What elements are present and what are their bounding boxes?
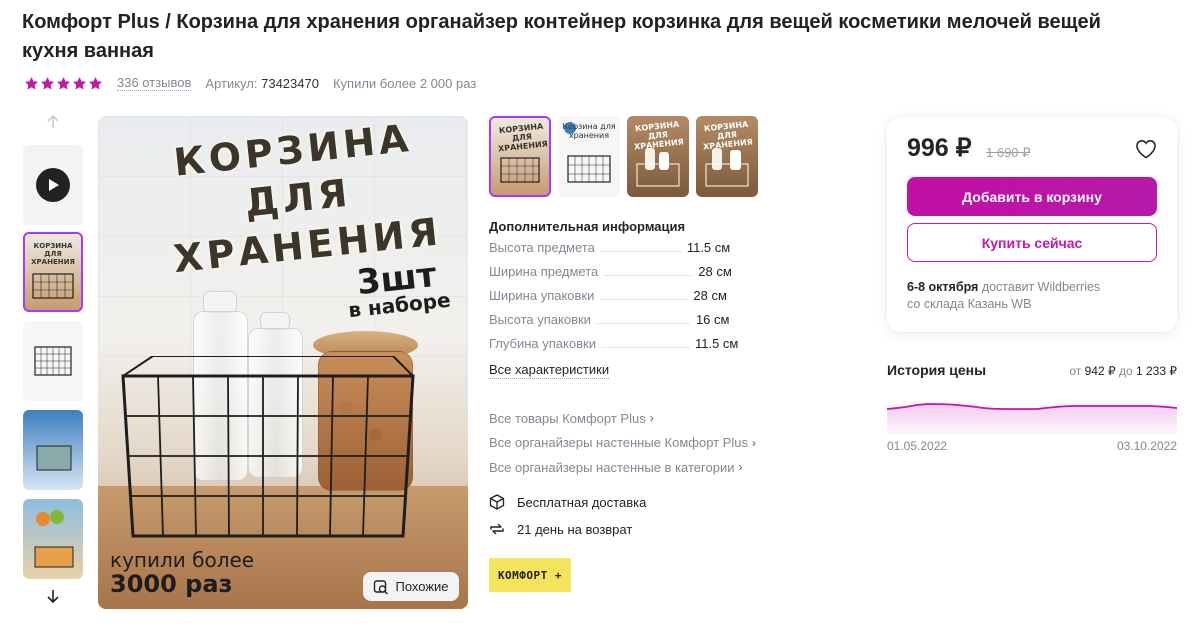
chevron-right-icon: › — [752, 435, 757, 450]
thumbnail-2[interactable] — [23, 321, 83, 401]
image-bought-line1: купили более — [110, 548, 255, 572]
spec-row: Ширина упаковки 28 см — [489, 288, 789, 312]
box-icon — [489, 494, 505, 510]
variant-thumb-1[interactable]: КОРЗИНА ДЛЯ ХРАНЕНИЯ — [489, 116, 551, 197]
variant-thumb-caption: КОРЗИНА ДЛЯ ХРАНЕНИЯ — [702, 119, 754, 152]
brand-category-link[interactable]: Все органайзеры настенные Комфорт Plus › — [489, 431, 756, 456]
delivery-date: 6-8 октября — [907, 280, 979, 294]
spec-value: 28 см — [698, 264, 732, 279]
image-bought-caption: купили более 3000 раз — [110, 548, 254, 596]
price-history-sparkline[interactable] — [887, 395, 1177, 435]
link-label: Все органайзеры настенные Комфорт Plus — [489, 435, 749, 451]
video-thumbnail[interactable] — [23, 145, 83, 225]
range-to-label: до — [1118, 364, 1133, 378]
image-bought-line2: 3000 раз — [110, 570, 233, 598]
arrow-up-icon[interactable] — [42, 114, 64, 136]
delivery-info: 6-8 октября доставит Wildberries со скла… — [907, 279, 1157, 313]
variant-thumb-3[interactable]: КОРЗИНА ДЛЯ ХРАНЕНИЯ — [627, 116, 689, 197]
all-specs-link[interactable]: Все характеристики — [489, 362, 610, 379]
article: Артикул: 73423470 — [205, 76, 319, 91]
article-value: 73423470 — [261, 75, 319, 91]
spec-name: Ширина предмета — [489, 264, 599, 279]
history-end-date: 03.10.2022 — [1116, 439, 1177, 453]
range-from-label: от — [1069, 364, 1082, 378]
variant-thumb-caption: КОРЗИНА ДЛЯ ХРАНЕНИЯ — [497, 121, 549, 154]
feature-label: Бесплатная доставка — [517, 494, 647, 510]
thumbnail-4[interactable] — [23, 499, 83, 579]
thumbnail-3[interactable] — [23, 410, 83, 490]
product-title: Комфорт Plus / Корзина для хранения орга… — [22, 11, 1101, 62]
variant-thumb-4[interactable]: КОРЗИНА ДЛЯ ХРАНЕНИЯ — [696, 116, 758, 197]
spec-value: 16 см — [695, 312, 730, 327]
brand-products-link[interactable]: Все товары Комфорт Plus › — [489, 406, 756, 431]
reviews-link[interactable]: 336 отзывов — [117, 75, 192, 91]
return-policy: 21 день на возврат — [489, 521, 632, 537]
spec-row: Высота упаковки 16 см — [489, 312, 789, 336]
spec-name: Высота упаковки — [489, 312, 591, 327]
category-link[interactable]: Все органайзеры настенные в категории › — [489, 455, 756, 480]
delivery-warehouse: со склада Казань WB — [907, 297, 1032, 311]
spec-value: 11.5 см — [686, 240, 731, 255]
return-icon — [490, 523, 504, 535]
image-headline: КОРЗИНА ДЛЯ ХРАНЕНИЯ — [171, 116, 444, 282]
article-label: Артикул: — [205, 75, 258, 91]
svg-text:ДЛЯ: ДЛЯ — [44, 250, 61, 258]
price-history-range: от 942 ₽ до 1 233 ₽ — [1030, 364, 1177, 378]
product-meta: 336 отзывов Артикул: 73423470 Купили бол… — [24, 74, 476, 92]
thumbnail-1[interactable]: КОРЗИНА ДЛЯ ХРАНЕНИЯ — [23, 232, 83, 312]
spec-name: Ширина упаковки — [489, 288, 595, 303]
main-product-image[interactable]: КОРЗИНА ДЛЯ ХРАНЕНИЯ 3шт в наборе купили… — [98, 116, 468, 609]
star-icon — [40, 76, 55, 89]
rating-stars — [24, 76, 103, 91]
basket-illustration — [121, 356, 415, 538]
old-price: 1 690 ₽ — [986, 145, 1031, 160]
similar-button[interactable]: Похожие — [363, 572, 459, 601]
star-icon — [56, 76, 71, 89]
buy-card: 996 ₽ 1 690 ₽ Добавить в корзину Купить … — [887, 117, 1177, 332]
free-delivery: Бесплатная доставка — [489, 494, 646, 510]
variant-thumb-caption: КОРЗИНА ДЛЯ ХРАНЕНИЯ — [633, 119, 685, 152]
category-links: Все товары Комфорт Plus › Все органайзеры… — [489, 406, 756, 480]
bought-count: Купили более 2 000 раз — [332, 75, 477, 91]
heart-icon[interactable] — [1135, 139, 1157, 159]
history-start-date: 01.05.2022 — [887, 439, 948, 453]
search-image-icon — [374, 579, 389, 594]
svg-text:ХРАНЕНИЯ: ХРАНЕНИЯ — [31, 258, 75, 266]
price: 996 ₽ — [907, 134, 972, 162]
spec-row: Глубина упаковки 11.5 см — [489, 336, 789, 360]
star-icon — [24, 76, 39, 89]
buy-now-button[interactable]: Купить сейчас — [907, 223, 1157, 262]
range-min: 942 ₽ — [1084, 364, 1116, 378]
spec-value: 28 см — [693, 288, 727, 303]
star-icon — [88, 76, 103, 89]
feature-label: 21 день на возврат — [517, 521, 633, 537]
variant-gallery: КОРЗИНА ДЛЯ ХРАНЕНИЯ Корзина для хранени… — [489, 116, 758, 197]
brand-logo[interactable]: КОМФОРТ + — [489, 558, 571, 592]
spec-row: Ширина предмета 28 см — [489, 264, 789, 288]
spec-value: 11.5 см — [694, 336, 739, 351]
spec-row: Высота предмета 11.5 см — [489, 240, 789, 264]
arrow-down-icon[interactable] — [42, 588, 64, 610]
play-icon — [36, 168, 70, 202]
star-icon — [72, 76, 87, 89]
chevron-right-icon: › — [738, 460, 743, 475]
variant-thumb-caption: Корзина для хранения — [562, 122, 616, 140]
svg-text:КОРЗИНА: КОРЗИНА — [34, 242, 73, 250]
additional-info-heading: Дополнительная информация — [489, 219, 686, 234]
range-max: 1 233 ₽ — [1136, 364, 1177, 378]
link-label: Все товары Комфорт Plus — [489, 410, 646, 426]
chevron-right-icon: › — [649, 411, 654, 426]
variant-thumb-2[interactable]: Корзина для хранения — [558, 116, 620, 197]
price-history-title: История цены — [887, 362, 987, 378]
specs-list: Высота предмета 11.5 см Ширина предмета … — [489, 240, 789, 360]
add-to-cart-button[interactable]: Добавить в корзину — [907, 177, 1157, 216]
spec-name: Глубина упаковки — [489, 336, 596, 351]
similar-button-label: Похожие — [395, 579, 449, 594]
delivery-text: доставит Wildberries — [978, 280, 1101, 294]
link-label: Все органайзеры настенные в категории — [489, 459, 735, 475]
spec-name: Высота предмета — [489, 240, 595, 255]
